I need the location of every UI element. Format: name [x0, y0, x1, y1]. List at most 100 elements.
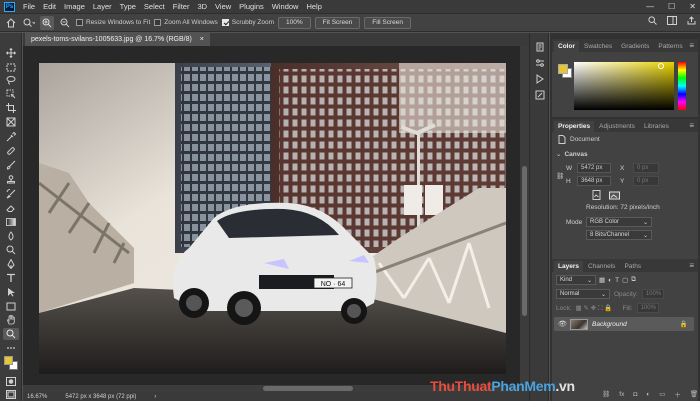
- layers-panel-menu-icon[interactable]: ≡: [689, 261, 694, 270]
- layer-name[interactable]: Background: [592, 321, 627, 328]
- menu-window[interactable]: Window: [268, 2, 303, 11]
- fit-screen-button[interactable]: Fit Screen: [314, 16, 361, 29]
- history-panel-icon[interactable]: [534, 41, 546, 53]
- scrubby-zoom-checkbox[interactable]: Scrubby Zoom: [221, 19, 274, 26]
- marquee-tool-icon[interactable]: [3, 61, 19, 73]
- fill-screen-button[interactable]: Fill Screen: [364, 16, 412, 29]
- object-selection-tool-icon[interactable]: [3, 88, 19, 100]
- color-panel-menu-icon[interactable]: ≡: [689, 41, 694, 50]
- visibility-eye-icon[interactable]: 👁: [558, 320, 567, 328]
- x-field[interactable]: 0 px: [633, 163, 659, 173]
- search-icon[interactable]: [648, 16, 657, 27]
- hue-slider[interactable]: [678, 62, 686, 110]
- healing-brush-tool-icon[interactable]: [3, 145, 19, 157]
- horizontal-scroll-thumb[interactable]: [263, 386, 353, 391]
- filter-pixel-icon[interactable]: ▦: [599, 276, 605, 284]
- width-field[interactable]: 5472 px: [577, 163, 611, 173]
- color-swatches[interactable]: [3, 354, 19, 372]
- lasso-tool-icon[interactable]: [3, 74, 19, 86]
- eyedropper-tool-icon[interactable]: [3, 131, 19, 143]
- close-icon[interactable]: ✕: [689, 2, 696, 11]
- quick-mask-icon[interactable]: [3, 375, 19, 387]
- menu-help[interactable]: Help: [302, 2, 325, 11]
- blur-tool-icon[interactable]: [3, 230, 19, 242]
- zoom-tool-preset-icon[interactable]: [22, 16, 36, 30]
- rectangle-tool-icon[interactable]: [3, 300, 19, 312]
- layer-row-background[interactable]: 👁 Background 🔒: [554, 317, 694, 331]
- layer-style-icon[interactable]: fx: [619, 391, 624, 398]
- tab-gradients[interactable]: Gradients: [617, 41, 653, 52]
- screen-mode-icon[interactable]: [3, 388, 19, 400]
- menu-file[interactable]: File: [19, 2, 39, 11]
- zoom-all-windows-box[interactable]: [154, 19, 162, 26]
- pen-tool-icon[interactable]: [3, 258, 19, 270]
- brush-tool-icon[interactable]: [3, 159, 19, 171]
- zoom-tool-icon[interactable]: [3, 328, 19, 340]
- zoom-100-button[interactable]: 100%: [278, 16, 311, 29]
- dodge-tool-icon[interactable]: [3, 244, 19, 256]
- landscape-orientation-icon[interactable]: [609, 191, 620, 200]
- zoom-in-icon[interactable]: [40, 15, 54, 30]
- frame-tool-icon[interactable]: [3, 116, 19, 128]
- scrubby-zoom-box[interactable]: [221, 19, 229, 26]
- status-arrow-icon[interactable]: ›: [154, 394, 156, 400]
- opacity-field[interactable]: 100%: [641, 289, 664, 299]
- type-tool-icon[interactable]: [3, 272, 19, 284]
- layer-kind-filter[interactable]: Kind ⌄: [556, 275, 596, 285]
- canvas-area[interactable]: NO · 64: [23, 46, 520, 385]
- add-mask-icon[interactable]: ◘: [633, 391, 637, 398]
- tab-color[interactable]: Color: [554, 41, 579, 52]
- zoom-all-windows-checkbox[interactable]: Zoom All Windows: [154, 19, 218, 26]
- actions-panel-icon[interactable]: [534, 73, 546, 85]
- document-tab[interactable]: pexels-toms-svilans-1005633.jpg @ 16.7% …: [25, 33, 210, 46]
- gradient-tool-icon[interactable]: [3, 216, 19, 228]
- tab-patterns[interactable]: Patterns: [654, 41, 686, 52]
- portrait-orientation-icon[interactable]: [592, 190, 601, 200]
- menu-layer[interactable]: Layer: [89, 2, 116, 11]
- tab-channels[interactable]: Channels: [584, 261, 619, 272]
- workspace-icon[interactable]: [667, 16, 677, 27]
- tab-adjustments[interactable]: Adjustments: [595, 121, 639, 132]
- delete-layer-icon[interactable]: 🗑: [690, 390, 698, 398]
- move-tool-icon[interactable]: [3, 47, 19, 59]
- blend-mode-select[interactable]: Normal ⌄: [556, 289, 610, 299]
- new-layer-icon[interactable]: ＋: [674, 389, 681, 399]
- eraser-tool-icon[interactable]: [3, 202, 19, 214]
- crop-tool-icon[interactable]: [3, 102, 19, 114]
- menu-view[interactable]: View: [211, 2, 235, 11]
- menu-edit[interactable]: Edit: [39, 2, 60, 11]
- y-field[interactable]: 0 px: [633, 176, 659, 186]
- filter-shape-icon[interactable]: ▢: [622, 276, 628, 284]
- properties-panel-menu-icon[interactable]: ≡: [689, 121, 694, 130]
- maximize-icon[interactable]: ☐: [668, 2, 675, 11]
- adjustment-layer-icon[interactable]: ◐: [646, 391, 650, 398]
- brush-settings-panel-icon[interactable]: [534, 89, 546, 101]
- path-selection-tool-icon[interactable]: [3, 286, 19, 298]
- vertical-scrollbar[interactable]: [520, 46, 529, 385]
- hand-tool-icon[interactable]: [3, 314, 19, 326]
- document-image[interactable]: NO · 64: [39, 63, 506, 374]
- menu-select[interactable]: Select: [140, 2, 169, 11]
- history-brush-tool-icon[interactable]: [3, 188, 19, 200]
- menu-plugins[interactable]: Plugins: [235, 2, 268, 11]
- canvas-section-header[interactable]: ⌄ Canvas: [556, 150, 588, 159]
- new-group-icon[interactable]: ▭: [659, 390, 665, 398]
- filter-adjustment-icon[interactable]: ◐: [608, 277, 612, 284]
- resize-windows-checkbox[interactable]: Resize Windows to Fit: [76, 19, 150, 26]
- resize-windows-box[interactable]: [76, 19, 83, 26]
- tab-properties[interactable]: Properties: [554, 121, 595, 132]
- menu-filter[interactable]: Filter: [169, 2, 194, 11]
- color-mode-select[interactable]: RGB Color ⌄: [586, 217, 652, 227]
- foreground-color-swatch[interactable]: [4, 356, 13, 365]
- color-picker-field[interactable]: [574, 62, 674, 110]
- link-layers-icon[interactable]: ⛓: [602, 390, 610, 398]
- menu-type[interactable]: Type: [116, 2, 140, 11]
- properties-panel-icon[interactable]: [534, 57, 546, 69]
- vertical-scroll-thumb[interactable]: [522, 166, 527, 316]
- menu-3d[interactable]: 3D: [193, 2, 211, 11]
- layer-lock-icon[interactable]: 🔒: [680, 320, 688, 328]
- color-picker-cursor[interactable]: [658, 63, 664, 69]
- filter-smart-object-icon[interactable]: ⧉: [631, 276, 636, 284]
- height-field[interactable]: 3648 px: [577, 176, 611, 186]
- home-icon[interactable]: [4, 16, 18, 30]
